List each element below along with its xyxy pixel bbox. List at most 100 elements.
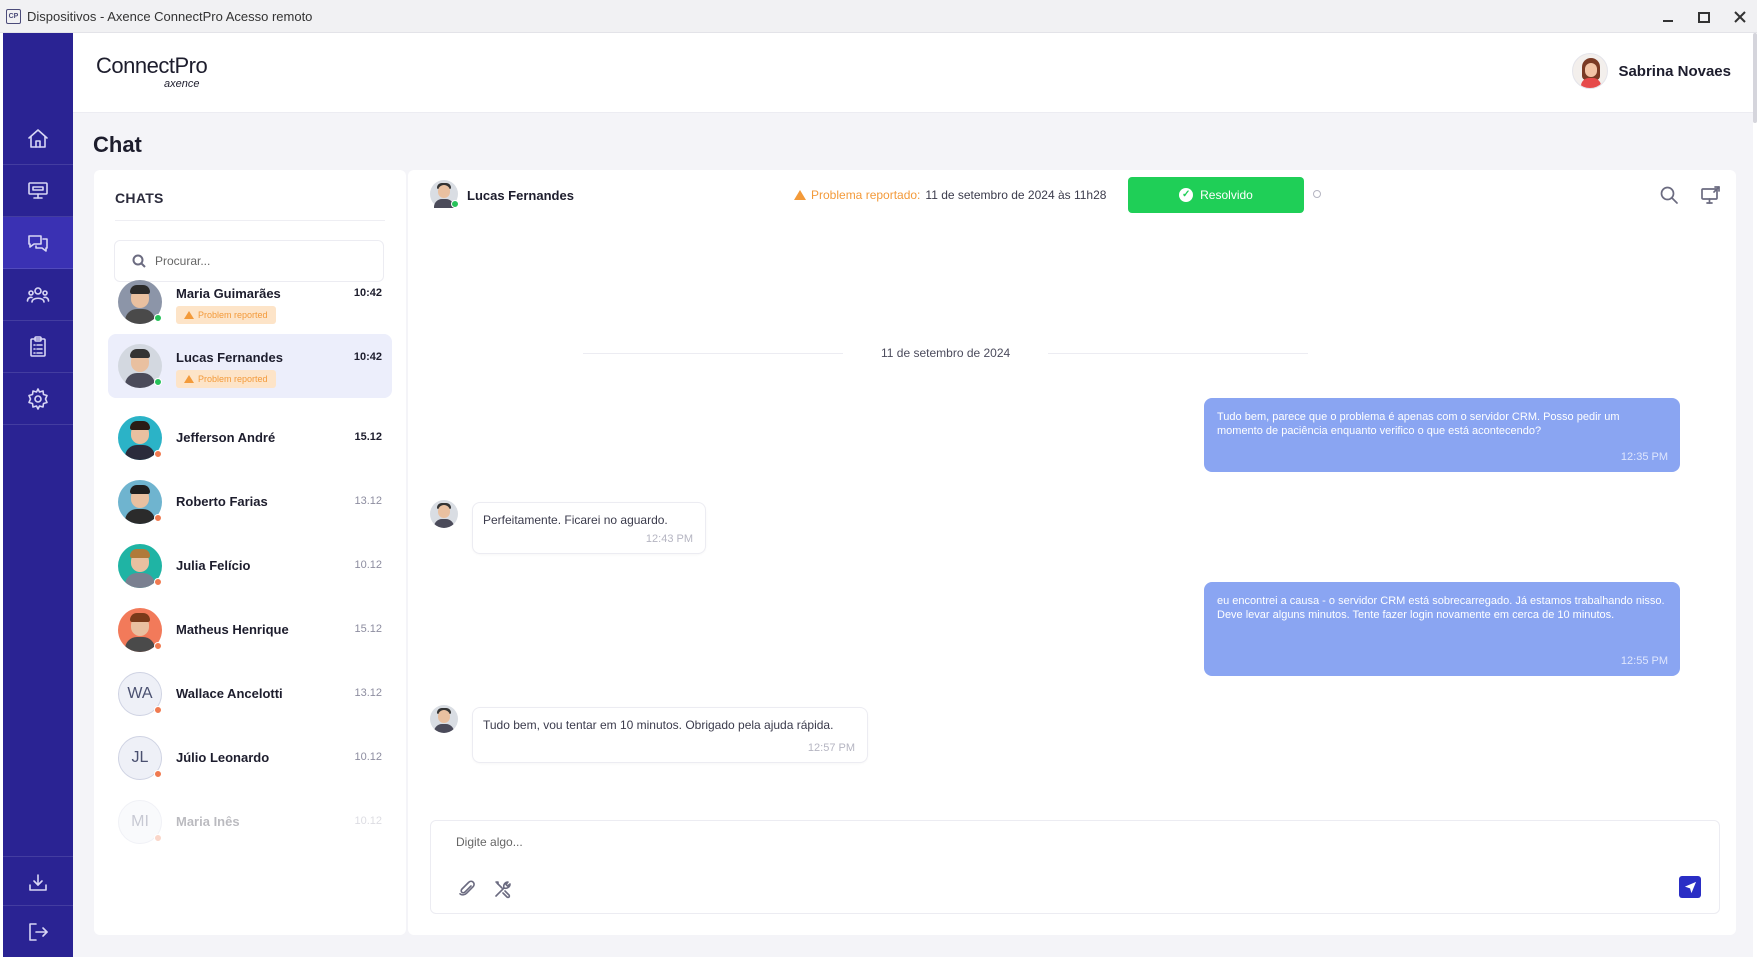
chats-panel: CHATS Maria Guimarães 10:42 Problem report… (94, 170, 406, 935)
attach-button[interactable] (457, 879, 477, 904)
status-dot (154, 770, 162, 778)
avatar: MI (118, 800, 162, 844)
nav-clipboard[interactable] (3, 321, 73, 373)
nav-download[interactable] (3, 856, 73, 908)
status-dot (154, 514, 162, 522)
avatar (118, 416, 162, 460)
status-dot (154, 314, 162, 322)
users-icon (26, 286, 50, 303)
message-input[interactable] (456, 835, 1556, 857)
message-time: 12:35 PM (1620, 451, 1668, 463)
user-name: Sabrina Novaes (1618, 62, 1731, 80)
message-text: Perfeitamente. Ficarei no aguardo. (483, 513, 668, 527)
nav-chat[interactable] (3, 217, 73, 269)
avatar (430, 500, 458, 528)
status-dot (154, 450, 162, 458)
avatar (118, 344, 162, 388)
chat-time: 15.12 (354, 623, 382, 635)
status-dot (154, 378, 162, 386)
settings-icon (28, 387, 48, 410)
chat-list-item[interactable]: Lucas Fernandes 10:42 Problem reported (108, 334, 392, 398)
chat-name: Wallace Ancelotti (176, 686, 283, 701)
chat-time: 13.12 (354, 495, 382, 507)
date-separator-text: 11 de setembro de 2024 (881, 346, 1011, 360)
problem-reported: Problema reportado: 11 de setembro de 20… (794, 188, 1106, 202)
chat-time: 10.12 (354, 815, 382, 827)
message-incoming: Perfeitamente. Ficarei no aguardo. 12:43… (472, 502, 706, 554)
window-title: Dispositivos - Axence ConnectPro Acesso … (27, 8, 313, 24)
status-dot (154, 706, 162, 714)
chat-time: 15.12 (354, 431, 382, 443)
nav-logout[interactable] (3, 905, 73, 957)
message-outgoing: eu encontrei a causa - o servidor CRM es… (1204, 582, 1680, 676)
message-text: eu encontrei a causa - o servidor CRM es… (1217, 595, 1665, 621)
chat-name: Júlio Leonardo (176, 750, 270, 765)
search-input[interactable] (155, 254, 355, 268)
message-text: Tudo bem, vou tentar em 10 minutos. Obri… (483, 718, 834, 732)
problem-date: 11 de setembro de 2024 às 11h28 (925, 188, 1107, 202)
app-header: ConnectPro axence Sabrina Novaes (73, 33, 1753, 113)
maximize-icon[interactable] (1693, 6, 1715, 28)
chat-name: Roberto Farias (176, 494, 268, 509)
minimize-icon[interactable] (1657, 6, 1679, 28)
chat-list-item[interactable]: Roberto Farias 13.12 (108, 470, 392, 534)
page-title: Chat (93, 132, 142, 157)
chat-time: 10.12 (354, 559, 382, 571)
avatar (118, 608, 162, 652)
remote-access-button[interactable] (1700, 184, 1722, 211)
chat-time: 10:42 (353, 287, 382, 299)
status-badge: Problem reported (176, 370, 276, 388)
chats-heading: CHATS (115, 190, 164, 206)
message-outgoing: Tudo bem, parece que o problema é apenas… (1204, 398, 1680, 472)
warning-icon (794, 190, 806, 200)
avatar (118, 480, 162, 524)
nav-home[interactable] (3, 113, 73, 165)
send-icon (1684, 881, 1696, 893)
conversation-panel: Lucas Fernandes Problema reportado: 11 d… (408, 170, 1736, 935)
message-composer (430, 820, 1720, 914)
message-incoming: Tudo bem, vou tentar em 10 minutos. Obri… (472, 707, 868, 763)
user-menu[interactable]: Sabrina Novaes (1572, 53, 1731, 89)
status-badge: Problem reported (176, 306, 276, 324)
message-text: Tudo bem, parece que o problema é apenas… (1217, 411, 1620, 437)
nav-users[interactable] (3, 269, 73, 321)
chat-list-item[interactable]: WA Wallace Ancelotti 13.12 (108, 662, 392, 726)
chat-list-item[interactable]: Maria Guimarães 10:42 Problem reported (108, 270, 392, 334)
chat-list-item[interactable]: Julia Felício 10.12 (108, 534, 392, 598)
chat-name: Julia Felício (176, 558, 251, 573)
chat-name: Matheus Henrique (176, 622, 289, 637)
scrollbar[interactable] (1753, 33, 1757, 123)
close-icon[interactable] (1729, 6, 1751, 28)
resolved-button[interactable]: ✓ Resolvido (1128, 177, 1304, 213)
chat-list-item[interactable]: MI Maria Inês 10.12 (108, 790, 392, 854)
info-icon[interactable] (1313, 190, 1321, 198)
chat-icon (28, 234, 48, 252)
nav-settings[interactable] (3, 373, 73, 425)
clipboard-icon (30, 335, 46, 357)
paperclip-icon (459, 880, 475, 896)
chat-time: 10.12 (354, 751, 382, 763)
contact-name: Lucas Fernandes (467, 188, 574, 203)
status-dot (154, 834, 162, 842)
message-time: 12:55 PM (1620, 655, 1668, 667)
chat-name: Maria Inês (176, 814, 240, 829)
chat-list-item[interactable]: Matheus Henrique 15.12 (108, 598, 392, 662)
send-button[interactable] (1679, 876, 1701, 898)
avatar (1572, 53, 1609, 89)
message-time: 12:43 PM (645, 533, 693, 545)
message-time: 12:57 PM (807, 742, 855, 754)
nav-devices[interactable] (3, 165, 73, 217)
tools-button[interactable] (493, 879, 513, 904)
chat-list-item[interactable]: JL Júlio Leonardo 10.12 (108, 726, 392, 790)
remote-desktop-icon (1701, 186, 1720, 204)
search-icon (132, 254, 146, 268)
avatar (430, 705, 458, 733)
conversation-search-button[interactable] (1658, 184, 1680, 211)
chat-list-item[interactable]: Jefferson André 15.12 (108, 406, 392, 470)
avatar (118, 280, 162, 324)
devices-icon (28, 181, 48, 199)
warning-icon (184, 311, 194, 319)
date-separator: 11 de setembro de 2024 (583, 346, 1448, 360)
status-dot (154, 642, 162, 650)
check-circle-icon: ✓ (1179, 188, 1194, 202)
